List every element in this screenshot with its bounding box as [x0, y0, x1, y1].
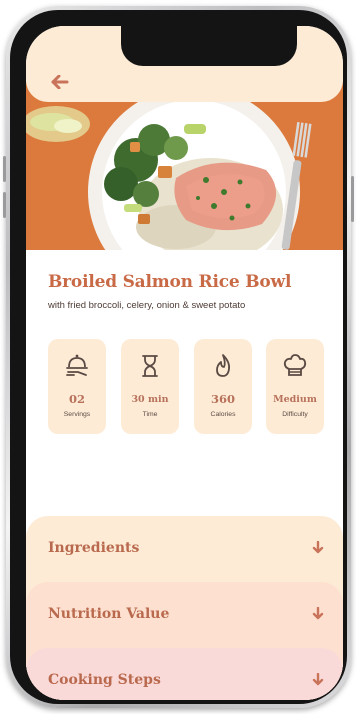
nutrition-label: Nutrition Value: [48, 606, 170, 622]
stat-value: 02: [68, 392, 85, 406]
stat-label: Difficulty: [282, 411, 308, 418]
stat-value: Medium: [273, 394, 317, 405]
stat-value: 30 min: [131, 394, 169, 405]
recipe-hero-image: [26, 82, 343, 250]
back-button[interactable]: [50, 72, 70, 92]
stat-label: Calories: [210, 411, 236, 418]
cooking-steps-section[interactable]: Cooking Steps: [26, 648, 343, 700]
ingredients-label: Ingredients: [48, 540, 140, 556]
recipe-details: Broiled Salmon Rice Bowl with fried broc…: [26, 250, 343, 700]
arrow-down-icon: [312, 607, 324, 620]
app-screen: Broiled Salmon Rice Bowl with fried broc…: [26, 26, 343, 700]
arrow-down-icon: [312, 541, 324, 554]
chef-hat-icon: [283, 354, 307, 376]
notch: [121, 26, 297, 66]
recipe-title: Broiled Salmon Rice Bowl: [48, 272, 292, 292]
arrow-down-icon: [312, 673, 324, 686]
stat-value: 360: [210, 392, 235, 406]
flame-icon: [216, 354, 231, 377]
serving-dish-icon: [66, 354, 88, 376]
stat-servings: 02 Servings: [48, 339, 106, 434]
hourglass-icon: [142, 355, 158, 377]
stat-calories: 360 Calories: [194, 339, 252, 434]
recipe-stats: 02 Servings 30 min Time 360 Calories Med…: [48, 339, 324, 435]
stat-time: 30 min Time: [121, 339, 179, 434]
stat-label: Servings: [63, 411, 91, 418]
phone-frame: Broiled Salmon Rice Bowl with fried broc…: [3, 6, 354, 708]
power-button: [351, 176, 354, 222]
volume-up-button: [3, 156, 6, 182]
volume-down-button: [3, 192, 6, 218]
arrow-left-icon: [51, 75, 69, 89]
stat-difficulty: Medium Difficulty: [266, 339, 324, 434]
cooking-steps-label: Cooking Steps: [48, 672, 161, 688]
recipe-subtitle: with fried broccoli, celery, onion & swe…: [48, 300, 246, 311]
stat-label: Time: [142, 411, 158, 418]
